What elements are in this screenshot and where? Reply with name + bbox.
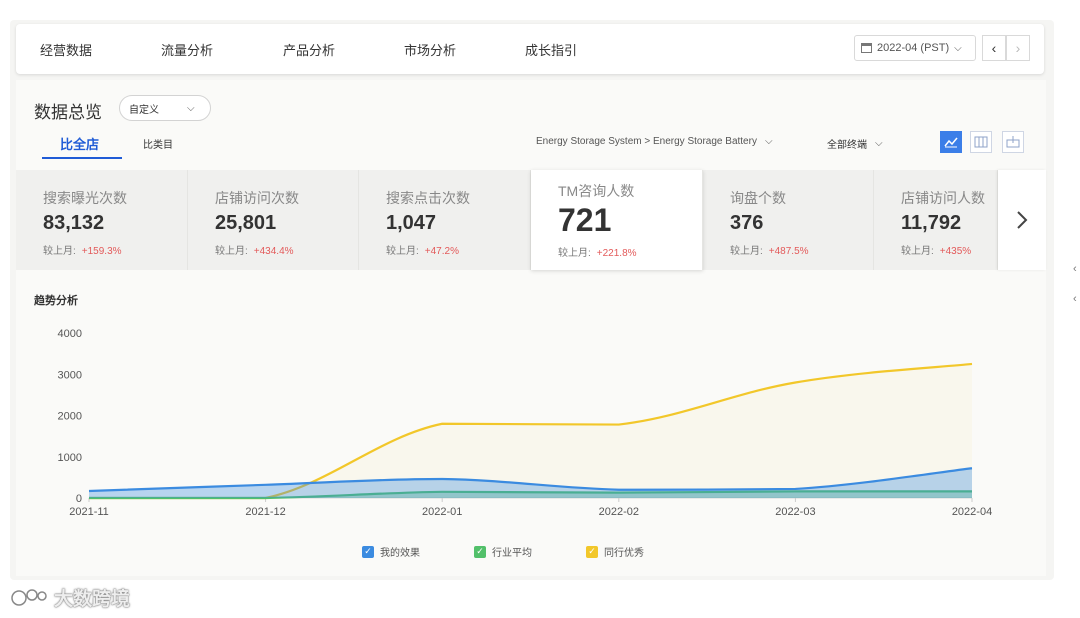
x-tick-label: 2022-03 (775, 506, 815, 518)
tab-compare-store[interactable]: 比全店 (60, 134, 99, 153)
line-chart-view-button[interactable] (940, 131, 962, 153)
range-select[interactable]: 自定义 ⌵ (119, 95, 211, 121)
metric-compare: 较上月: +435% (901, 242, 971, 257)
next-month-button[interactable]: › (1006, 35, 1030, 61)
y-tick-label: 2000 (58, 411, 82, 423)
metric-compare: 较上月: +159.3% (43, 242, 122, 257)
metric-value: 83,132 (43, 212, 105, 234)
watermark: 大数跨境 (10, 584, 130, 611)
metric-change: +435% (939, 246, 972, 257)
chevron-right-icon (1017, 211, 1028, 229)
nav-traffic-analysis[interactable]: 流量分析 (161, 40, 213, 59)
metric-label: TM咨询人数 (558, 183, 635, 199)
metric-card[interactable]: 搜索曝光次数 83,132 较上月: +159.3% (16, 170, 188, 270)
metric-card[interactable]: 店铺访问次数 25,801 较上月: +434.4% (188, 170, 359, 270)
legend-item-my-effect[interactable]: ✓ 我的效果 (362, 544, 420, 559)
metric-change: +221.8% (596, 248, 637, 259)
y-tick-label: 3000 (58, 369, 82, 381)
metric-label: 店铺访问人数 (901, 190, 985, 206)
metric-label: 店铺访问次数 (215, 190, 299, 206)
metric-card[interactable]: 搜索点击次数 1,047 较上月: +47.2% (359, 170, 531, 270)
metric-label: 询盘个数 (730, 190, 786, 206)
nav-growth-guide[interactable]: 成长指引 (525, 40, 577, 59)
data-overview-panel: 数据总览 自定义 ⌵ 比全店 比类目 Energy Storage System… (16, 80, 1046, 576)
compare-label: 较上月: (43, 246, 76, 257)
checkbox-icon: ✓ (586, 545, 598, 558)
compare-label: 较上月: (215, 246, 248, 257)
legend-item-industry-average[interactable]: ✓ 行业平均 (474, 544, 532, 559)
trend-chart: 0 1000 2000 3000 4000 2021-11 2021-12 2022-01 20… (58, 328, 993, 518)
nav-product-analysis[interactable]: 产品分析 (283, 40, 335, 59)
legend-label: 我的效果 (380, 548, 420, 559)
y-tick-label: 1000 (58, 452, 82, 464)
compare-label: 较上月: (386, 246, 419, 257)
metric-compare: 较上月: +221.8% (558, 244, 637, 259)
date-picker-value: 2022-04 (PST) (877, 42, 950, 54)
export-icon (1006, 136, 1020, 148)
checkbox-icon: ✓ (362, 545, 374, 558)
nav-market-analysis[interactable]: 市场分析 (404, 40, 456, 59)
x-tick-label: 2022-02 (599, 506, 639, 518)
calendar-icon (861, 43, 872, 53)
metric-label: 搜索点击次数 (386, 190, 470, 206)
metric-value: 11,792 (901, 212, 962, 234)
metric-change: +159.3% (81, 246, 122, 257)
series-area-2 (89, 363, 972, 498)
chevron-down-icon: ⌵ (187, 102, 195, 114)
top-nav: 经营数据 流量分析 产品分析 市场分析 成长指引 2022-04 (PST) ⌵… (16, 24, 1044, 74)
active-tab-indicator (42, 157, 122, 159)
chevron-down-icon: ⌵ (764, 136, 773, 147)
cards-next-button[interactable] (998, 170, 1046, 270)
watermark-logo-icon (11, 588, 47, 606)
edge-marks: ‹ ‹ (1073, 263, 1077, 305)
metric-change: +47.2% (424, 246, 459, 257)
category-breadcrumb: Energy Storage System > Energy Storage B… (536, 136, 757, 147)
trend-title: 趋势分析 (34, 295, 78, 307)
table-view-button[interactable] (970, 131, 992, 153)
legend-label: 行业平均 (492, 548, 532, 559)
range-select-value: 自定义 (129, 104, 159, 116)
metric-change: +434.4% (253, 246, 294, 257)
x-tick-label: 2021-11 (69, 506, 109, 518)
metric-card[interactable]: 店铺访问人数 11,792 较上月: +435% (874, 170, 998, 270)
metric-card[interactable]: 询盘个数 376 较上月: +487.5% (703, 170, 874, 270)
metric-card-selected[interactable]: TM咨询人数 721 较上月: +221.8% (531, 170, 703, 270)
metric-compare: 较上月: +47.2% (386, 242, 459, 257)
metric-cards: 搜索曝光次数 83,132 较上月: +159.3% 店铺访问次数 25,801 … (16, 170, 1046, 270)
chevron-down-icon: ⌵ (875, 138, 883, 149)
x-tick-label: 2022-04 (952, 506, 992, 518)
metric-value: 721 (558, 202, 612, 238)
compare-label: 较上月: (901, 246, 934, 257)
x-tick-label: 2021-12 (245, 506, 285, 518)
metric-compare: 较上月: +487.5% (730, 242, 809, 257)
metric-value: 25,801 (215, 212, 277, 234)
export-button[interactable] (1002, 131, 1024, 153)
legend-label: 同行优秀 (604, 548, 644, 559)
metric-label: 搜索曝光次数 (43, 190, 127, 206)
category-select[interactable]: Energy Storage System > Energy Storage B… (536, 136, 773, 147)
metric-value: 376 (730, 212, 764, 234)
metric-compare: 较上月: +434.4% (215, 242, 294, 257)
x-tick-label: 2022-01 (422, 506, 462, 518)
nav-business-data[interactable]: 经营数据 (40, 40, 92, 59)
terminal-select[interactable]: 全部终端 ⌵ (827, 136, 883, 151)
line-chart-icon (944, 137, 958, 148)
page-title: 数据总览 (34, 103, 102, 122)
y-tick-label: 4000 (58, 328, 82, 340)
compare-label: 较上月: (730, 246, 763, 257)
terminal-select-value: 全部终端 (827, 140, 867, 151)
metric-change: +487.5% (768, 246, 809, 257)
chevron-down-icon: ⌵ (954, 42, 962, 54)
prev-month-button[interactable]: ‹ (982, 35, 1006, 61)
tab-compare-category[interactable]: 比类目 (143, 136, 173, 151)
y-tick-label: 0 (76, 493, 82, 505)
metric-value: 1,047 (386, 212, 437, 234)
legend-item-peer-excellent[interactable]: ✓ 同行优秀 (586, 544, 644, 559)
table-icon (974, 136, 988, 148)
checkbox-icon: ✓ (474, 545, 486, 558)
date-picker[interactable]: 2022-04 (PST) ⌵ (854, 35, 976, 61)
watermark-text: 大数跨境 (54, 589, 131, 610)
compare-label: 较上月: (558, 248, 591, 259)
